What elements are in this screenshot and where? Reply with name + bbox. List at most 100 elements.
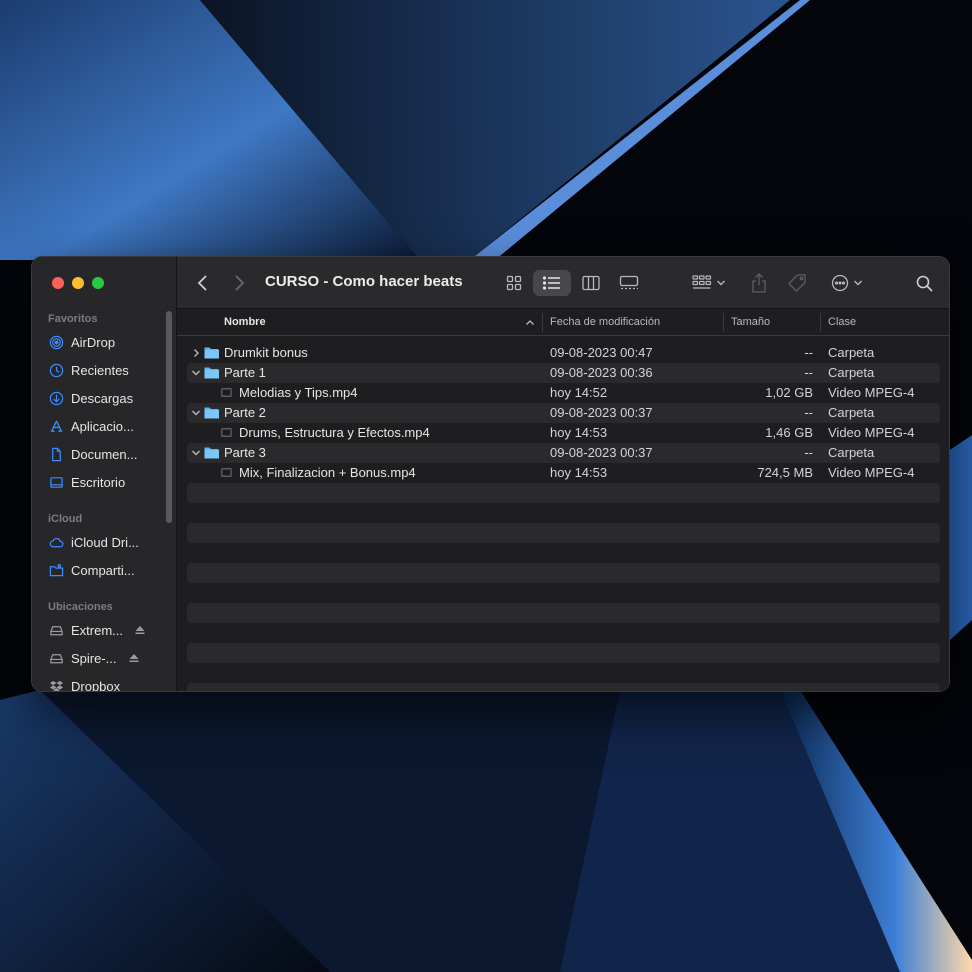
- video-file-icon: [221, 388, 232, 397]
- table-row[interactable]: Melodias y Tips.mp4 hoy 14:52 1,02 GB Video…: [187, 383, 940, 403]
- row-kind: Video MPEG-4: [828, 425, 915, 440]
- row-kind: Carpeta: [828, 405, 875, 420]
- row-size: --: [804, 445, 813, 460]
- disclosure-expanded-icon[interactable]: [190, 446, 202, 460]
- sidebar-section-ubicaciones: Ubicaciones: [48, 601, 113, 613]
- search-icon: [916, 275, 933, 292]
- sidebar-item-aplicaciones[interactable]: Aplicacio...: [48, 415, 166, 437]
- view-list-button[interactable]: [533, 270, 571, 296]
- share-icon: [752, 273, 766, 293]
- column-header: Nombre Fecha de modificación Tamaño Clas…: [177, 309, 949, 336]
- sidebar-section-favoritos: Favoritos: [48, 313, 98, 325]
- eject-icon[interactable]: [134, 624, 146, 636]
- columns-icon: [582, 275, 600, 291]
- row-kind: Carpeta: [828, 445, 875, 460]
- desktop-icon: [48, 474, 64, 490]
- disclosure-collapsed-icon[interactable]: [190, 346, 202, 360]
- empty-row: [187, 503, 940, 523]
- row-kind: Video MPEG-4: [828, 385, 915, 400]
- disclosure-expanded-icon[interactable]: [190, 366, 202, 380]
- table-row[interactable]: Parte 1 09-08-2023 00:36 -- Carpeta: [187, 363, 940, 383]
- gallery-icon: [619, 275, 639, 290]
- sidebar-item-icloud-drive[interactable]: iCloud Dri...: [48, 531, 166, 553]
- sidebar-item-extreme[interactable]: Extrem...: [48, 619, 166, 641]
- sidebar-item-escritorio[interactable]: Escritorio: [48, 471, 166, 493]
- table-row[interactable]: Drumkit bonus 09-08-2023 00:47 -- Carpeta: [187, 343, 940, 363]
- share-button[interactable]: [746, 270, 772, 296]
- column-kind[interactable]: Clase: [828, 316, 856, 328]
- empty-row: [187, 663, 940, 683]
- row-date: 09-08-2023 00:37: [550, 405, 653, 420]
- row-size: --: [804, 345, 813, 360]
- eject-icon[interactable]: [128, 652, 140, 664]
- empty-row: [187, 683, 940, 691]
- zoom-button[interactable]: [92, 277, 104, 289]
- empty-row: [187, 643, 940, 663]
- drive-icon: [48, 650, 64, 666]
- group-by-button[interactable]: [687, 270, 731, 296]
- video-file-icon: [221, 428, 232, 437]
- tags-button[interactable]: [784, 270, 810, 296]
- sidebar-item-dropbox[interactable]: Dropbox: [48, 675, 166, 691]
- more-icon: [831, 274, 849, 292]
- cloud-icon: [48, 534, 64, 550]
- empty-row: [187, 623, 940, 643]
- empty-row: [187, 483, 940, 503]
- table-row[interactable]: Mix, Finalizacion + Bonus.mp4 hoy 14:53 72…: [187, 463, 940, 483]
- disclosure-expanded-icon[interactable]: [190, 406, 202, 420]
- tag-icon: [788, 274, 806, 292]
- row-name: Parte 1: [224, 365, 266, 380]
- sidebar-item-spire[interactable]: Spire-...: [48, 647, 166, 669]
- table-row[interactable]: Drums, Estructura y Efectos.mp4 hoy 14:53…: [187, 423, 940, 443]
- chevron-down-icon: [854, 280, 862, 286]
- apps-icon: [48, 418, 64, 434]
- column-separator[interactable]: [723, 313, 724, 332]
- row-date: 09-08-2023 00:36: [550, 365, 653, 380]
- table-row[interactable]: Parte 2 09-08-2023 00:37 -- Carpeta: [187, 403, 940, 423]
- empty-row: [187, 523, 940, 543]
- row-name: Mix, Finalizacion + Bonus.mp4: [239, 465, 416, 480]
- back-button[interactable]: [191, 270, 215, 296]
- table-row[interactable]: Parte 3 09-08-2023 00:37 -- Carpeta: [187, 443, 940, 463]
- view-icons-button[interactable]: [497, 270, 531, 296]
- grid-icon: [506, 275, 522, 291]
- row-name: Melodias y Tips.mp4: [239, 385, 358, 400]
- sidebar-item-airdrop[interactable]: AirDrop: [48, 331, 166, 353]
- row-size: 1,46 GB: [765, 425, 813, 440]
- row-name: Parte 3: [224, 445, 266, 460]
- sidebar-item-compartido[interactable]: Comparti...: [48, 559, 166, 581]
- list-icon: [543, 276, 560, 290]
- column-date[interactable]: Fecha de modificación: [550, 316, 660, 328]
- view-gallery-button[interactable]: [612, 270, 646, 296]
- chevron-down-icon: [717, 280, 725, 286]
- sidebar-item-descargas[interactable]: Descargas: [48, 387, 166, 409]
- row-date: hoy 14:53: [550, 425, 608, 440]
- minimize-button[interactable]: [72, 277, 84, 289]
- sidebar-item-documentos[interactable]: Documen...: [48, 443, 166, 465]
- video-file-icon: [221, 468, 232, 477]
- row-name: Parte 2: [224, 405, 266, 420]
- folder-icon: [204, 407, 219, 419]
- folder-icon: [204, 447, 219, 459]
- actions-button[interactable]: [827, 270, 867, 296]
- file-list: Drumkit bonus 09-08-2023 00:47 -- Carpeta Pa…: [187, 343, 940, 691]
- close-button[interactable]: [52, 277, 64, 289]
- sort-ascending-icon[interactable]: [525, 319, 535, 326]
- finder-window: Favoritos AirDrop Recientes Descargas Ap…: [31, 256, 950, 692]
- row-date: 09-08-2023 00:37: [550, 445, 653, 460]
- search-button[interactable]: [911, 270, 937, 296]
- row-kind: Carpeta: [828, 345, 875, 360]
- sidebar: Favoritos AirDrop Recientes Descargas Ap…: [32, 257, 177, 691]
- column-size[interactable]: Tamaño: [731, 316, 770, 328]
- sidebar-item-recientes[interactable]: Recientes: [48, 359, 166, 381]
- view-columns-button[interactable]: [574, 270, 608, 296]
- sidebar-section-icloud: iCloud: [48, 513, 83, 525]
- sidebar-scrollbar[interactable]: [166, 311, 172, 523]
- column-separator[interactable]: [820, 313, 821, 332]
- column-separator[interactable]: [542, 313, 543, 332]
- row-size: --: [804, 365, 813, 380]
- forward-button[interactable]: [227, 270, 251, 296]
- row-kind: Carpeta: [828, 365, 875, 380]
- window-controls: [52, 277, 104, 289]
- column-name[interactable]: Nombre: [224, 316, 266, 328]
